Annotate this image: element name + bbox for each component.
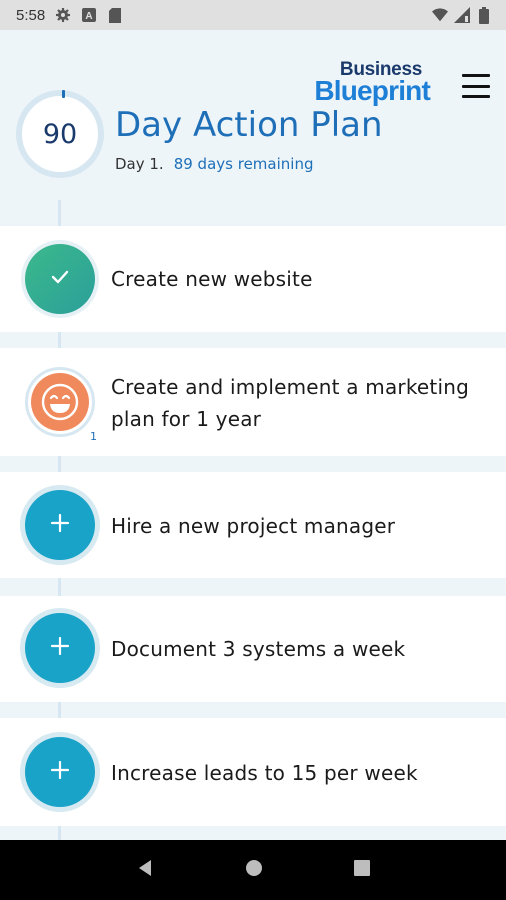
add-task-button[interactable]: [25, 737, 95, 807]
signal-icon: [454, 7, 470, 23]
counter-value: 90: [42, 118, 78, 150]
hamburger-icon: [462, 74, 490, 77]
home-icon[interactable]: [244, 858, 264, 882]
recents-icon[interactable]: [353, 859, 371, 881]
task-label: Document 3 systems a week: [111, 637, 406, 661]
navigation-bar: [0, 840, 506, 900]
task-label: Hire a new project manager: [111, 514, 396, 538]
task-label: Create new website: [111, 267, 313, 291]
wifi-icon: [432, 7, 448, 23]
plus-icon: [50, 636, 70, 660]
day-label: Day 1.: [115, 155, 164, 173]
task-label-line: Create and implement a marketing: [111, 375, 469, 399]
plus-icon: [50, 760, 70, 784]
business-blueprint-logo: Business Blueprint: [314, 60, 430, 105]
page-title: Day Action Plan: [115, 105, 383, 145]
task-status-done[interactable]: [25, 244, 95, 314]
add-task-button[interactable]: [25, 490, 95, 560]
day-counter: 90: [16, 90, 104, 178]
menu-button[interactable]: [462, 74, 490, 98]
svg-text:A: A: [86, 11, 93, 22]
status-bar: 5:58 A: [0, 0, 506, 30]
task-status-in-progress[interactable]: [25, 367, 95, 437]
task-label: Create and implement a marketing plan fo…: [111, 371, 469, 435]
a-icon: A: [81, 7, 97, 23]
battery-icon: [476, 6, 492, 24]
task-label-line: plan for 1 year: [111, 407, 262, 431]
sd-card-icon: [107, 7, 123, 23]
logo-bottom-text: Blueprint: [314, 75, 430, 106]
add-task-button[interactable]: [25, 613, 95, 683]
smiley-icon: [31, 373, 89, 431]
days-remaining: 89 days remaining: [173, 155, 314, 173]
check-icon: [49, 266, 71, 292]
gear-icon: [55, 7, 71, 23]
task-count-badge: 1: [90, 430, 97, 443]
back-icon[interactable]: [135, 858, 155, 882]
plan-subtitle: Day 1. 89 days remaining: [115, 155, 313, 173]
plus-icon: [50, 513, 70, 537]
task-label: Increase leads to 15 per week: [111, 761, 418, 785]
status-time: 5:58: [16, 6, 46, 24]
